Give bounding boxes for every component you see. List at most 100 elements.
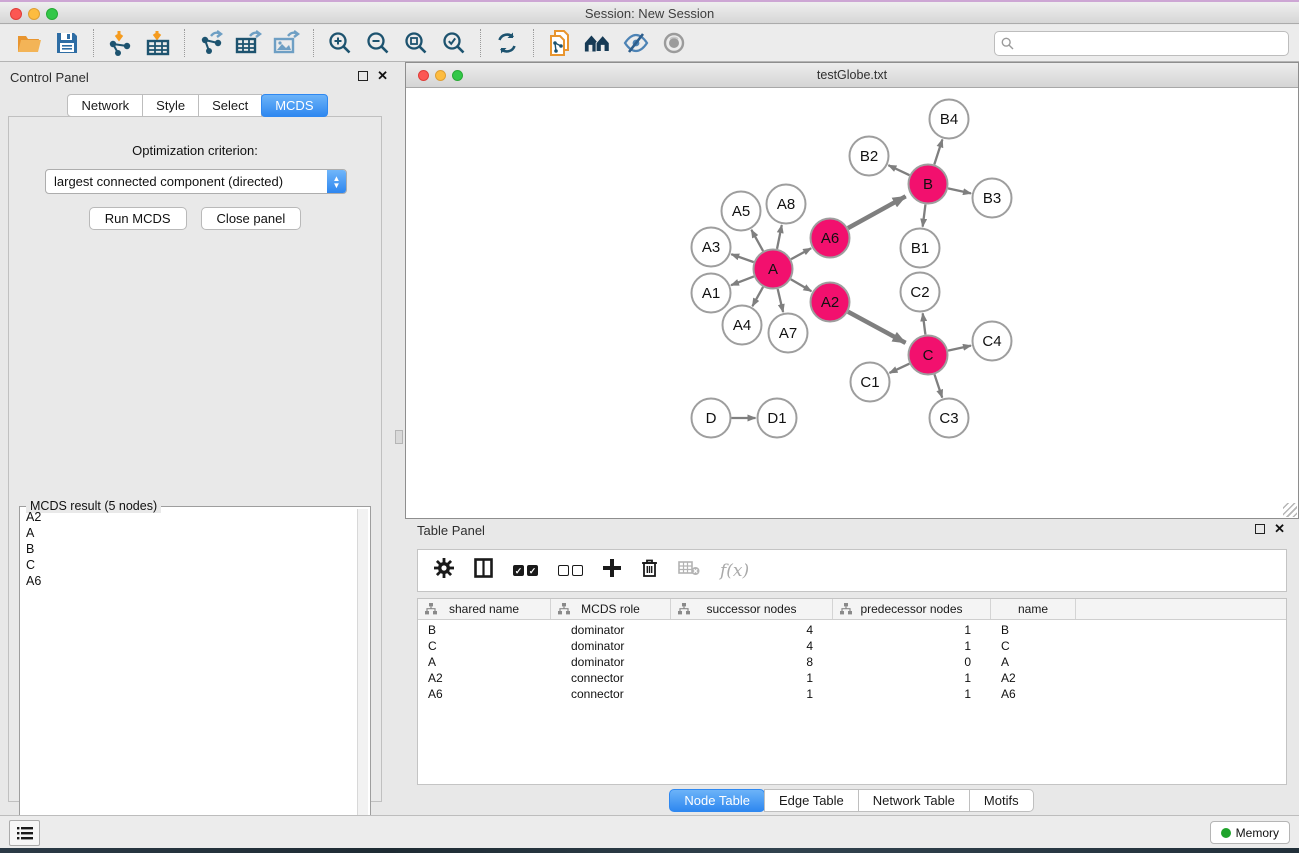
open-session-icon[interactable] (14, 28, 44, 58)
tab-motifs[interactable]: Motifs (969, 789, 1034, 812)
graph-node-B2[interactable]: B2 (850, 137, 889, 176)
node-table[interactable]: shared nameMCDS rolesuccessor nodesprede… (417, 598, 1287, 785)
column-header-name[interactable]: name (991, 599, 1076, 619)
edge-A-A2[interactable] (791, 279, 812, 291)
close-panel-button[interactable]: Close panel (201, 207, 302, 230)
edge-A-A8[interactable] (777, 225, 782, 249)
edge-A-A5[interactable] (751, 230, 763, 251)
edge-A-A4[interactable] (752, 287, 763, 306)
table-close-panel-icon[interactable]: ✕ (1274, 524, 1285, 534)
table-row[interactable]: A6connector11A6 (418, 686, 1286, 702)
export-table-icon[interactable] (234, 28, 264, 58)
float-panel-icon[interactable] (358, 71, 368, 81)
edge-C-C3[interactable] (934, 374, 942, 397)
tab-style[interactable]: Style (142, 94, 199, 117)
edge-B-B2[interactable] (888, 165, 909, 175)
tab-mcds[interactable]: MCDS (261, 94, 327, 117)
tab-network[interactable]: Network (67, 94, 143, 117)
mcds-result-item[interactable]: A6 (22, 573, 356, 589)
column-header-predecessor-nodes[interactable]: predecessor nodes (833, 599, 991, 619)
save-session-icon[interactable] (52, 28, 82, 58)
search-box[interactable] (994, 31, 1289, 56)
edge-A2-C[interactable] (848, 312, 906, 343)
close-panel-icon[interactable]: ✕ (377, 71, 388, 81)
graph-node-B1[interactable]: B1 (901, 229, 940, 268)
zoom-out-icon[interactable] (363, 28, 393, 58)
graph-node-C[interactable]: C (909, 336, 948, 375)
graph-node-D[interactable]: D (692, 399, 731, 438)
column-header-MCDS-role[interactable]: MCDS role (551, 599, 671, 619)
edge-A6-B[interactable] (848, 196, 906, 228)
clone-network-icon[interactable] (545, 28, 575, 58)
table-row[interactable]: Bdominator41B (418, 622, 1286, 638)
network-window-titlebar[interactable]: testGlobe.txt (406, 63, 1298, 88)
export-image-icon[interactable] (272, 28, 302, 58)
select-all-icon[interactable]: ✓✓ (513, 565, 538, 576)
graph-node-A4[interactable]: A4 (723, 306, 762, 345)
graph-node-B4[interactable]: B4 (930, 100, 969, 139)
graph-node-B3[interactable]: B3 (973, 179, 1012, 218)
column-header-successor-nodes[interactable]: successor nodes (671, 599, 833, 619)
edge-A-A1[interactable] (731, 276, 754, 285)
table-row[interactable]: Adominator80A (418, 654, 1286, 670)
add-column-icon[interactable] (603, 559, 621, 582)
mcds-result-item[interactable]: B (22, 541, 356, 557)
graph-node-A1[interactable]: A1 (692, 274, 731, 313)
graph-node-C1[interactable]: C1 (851, 363, 890, 402)
edge-A-A3[interactable] (731, 254, 753, 262)
graph-node-C2[interactable]: C2 (901, 273, 940, 312)
deselect-all-icon[interactable] (558, 565, 583, 576)
column-header-shared-name[interactable]: shared name (418, 599, 551, 619)
mcds-result-item[interactable]: C (22, 557, 356, 573)
edge-C-C4[interactable] (948, 346, 971, 351)
hide-selected-icon[interactable] (621, 28, 651, 58)
zoom-in-icon[interactable] (325, 28, 355, 58)
graph-node-C4[interactable]: C4 (973, 322, 1012, 361)
import-network-icon[interactable] (105, 28, 135, 58)
graph-node-A[interactable]: A (754, 250, 793, 289)
mcds-result-item[interactable]: A (22, 525, 356, 541)
edge-C-C1[interactable] (889, 364, 909, 373)
edge-B-B4[interactable] (934, 139, 942, 164)
optimization-criterion-select[interactable]: largest connected component (directed) ▲… (45, 169, 347, 194)
window-resize-grip[interactable] (1283, 503, 1297, 517)
graph-svg[interactable]: B4B2BB3A5A8A6A3B1AA1C2A2A4A7C4CC1C3DD1 (406, 88, 1298, 518)
export-network-icon[interactable] (196, 28, 226, 58)
import-table-icon[interactable] (143, 28, 173, 58)
toggle-columns-icon[interactable] (474, 558, 493, 583)
edge-B-B1[interactable] (923, 204, 926, 226)
vertical-splitter-handle[interactable] (395, 430, 403, 444)
tab-select[interactable]: Select (198, 94, 262, 117)
table-settings-icon[interactable] (434, 558, 454, 583)
tab-network-table[interactable]: Network Table (858, 789, 970, 812)
table-row[interactable]: Cdominator41C (418, 638, 1286, 654)
delete-columns-icon[interactable] (641, 558, 658, 583)
network-overview-icon[interactable] (583, 28, 613, 58)
graph-node-D1[interactable]: D1 (758, 399, 797, 438)
refresh-icon[interactable] (492, 28, 522, 58)
graph-node-B[interactable]: B (909, 165, 948, 204)
mcds-result-list[interactable]: A2ABCA6 (22, 509, 356, 836)
tab-edge-table[interactable]: Edge Table (764, 789, 859, 812)
search-input[interactable] (1018, 36, 1288, 51)
mcds-result-scrollbar[interactable] (357, 509, 368, 836)
table-row[interactable]: A2connector11A2 (418, 670, 1286, 686)
zoom-selected-icon[interactable] (439, 28, 469, 58)
edge-B-B3[interactable] (948, 188, 971, 193)
graph-node-A7[interactable]: A7 (769, 314, 808, 353)
table-float-panel-icon[interactable] (1255, 524, 1265, 534)
graph-node-A2[interactable]: A2 (811, 283, 850, 322)
graph-node-A6[interactable]: A6 (811, 219, 850, 258)
memory-button[interactable]: Memory (1210, 821, 1290, 844)
tab-node-table[interactable]: Node Table (669, 789, 765, 812)
graph-node-A3[interactable]: A3 (692, 228, 731, 267)
edge-A-A7[interactable] (778, 289, 783, 312)
edge-C-C2[interactable] (923, 313, 926, 334)
run-mcds-button[interactable]: Run MCDS (89, 207, 187, 230)
edge-A-A6[interactable] (791, 248, 811, 259)
network-canvas[interactable]: B4B2BB3A5A8A6A3B1AA1C2A2A4A7C4CC1C3DD1 (406, 88, 1298, 518)
zoom-fit-icon[interactable] (401, 28, 431, 58)
task-history-button[interactable] (9, 820, 40, 846)
mcds-result-item[interactable]: A2 (22, 509, 356, 525)
graph-node-C3[interactable]: C3 (930, 399, 969, 438)
